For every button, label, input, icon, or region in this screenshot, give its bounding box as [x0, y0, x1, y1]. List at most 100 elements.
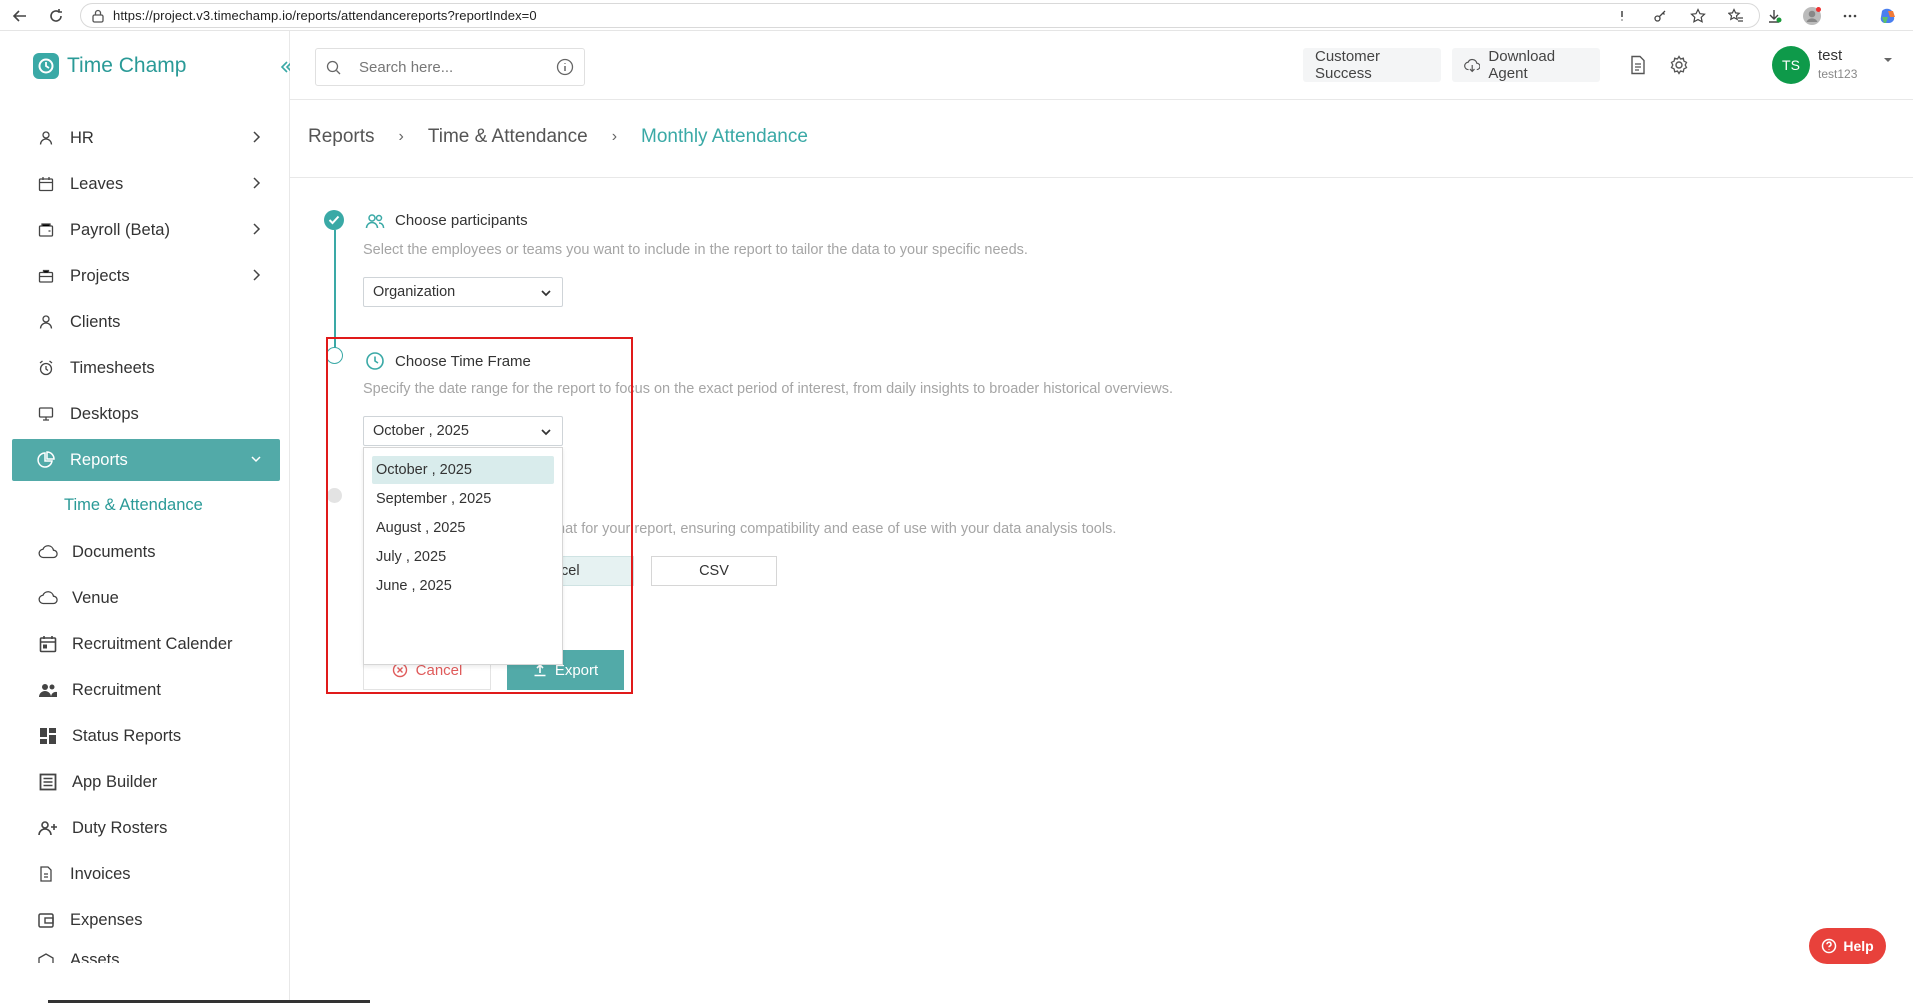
download-icon[interactable]	[1759, 3, 1789, 28]
sidebar-item-desktops[interactable]: Desktops	[12, 393, 280, 435]
step-timeframe-title: Choose Time Frame	[365, 351, 531, 371]
star-icon[interactable]	[1683, 3, 1713, 28]
alert-icon[interactable]	[1607, 3, 1637, 28]
chevron-right-icon	[253, 269, 261, 281]
sidebar-item-reports[interactable]: Reports	[12, 439, 280, 481]
chevron-right-icon	[253, 131, 261, 143]
timeframe-option[interactable]: September , 2025	[372, 485, 554, 513]
sidebar-item-recruitment[interactable]: Recruitment	[12, 669, 280, 711]
monitor-icon	[36, 404, 56, 424]
calendar-icon	[36, 174, 56, 194]
breadcrumb-time-attendance[interactable]: Time & Attendance	[428, 126, 588, 148]
cloud-download-icon	[1464, 58, 1481, 73]
info-icon[interactable]	[556, 58, 574, 76]
download-agent-button[interactable]: Download Agent	[1452, 48, 1600, 82]
key-icon[interactable]	[1645, 3, 1675, 28]
timeframe-option[interactable]: August , 2025	[372, 514, 554, 542]
sidebar-item-documents[interactable]: Documents	[12, 531, 280, 573]
sidebar-item-label: Recruitment	[72, 680, 161, 699]
sidebar-item-recruitment-calender[interactable]: Recruitment Calender	[12, 623, 280, 665]
sidebar-item-expenses[interactable]: Expenses	[12, 899, 280, 941]
sidebar: Time Champ HR Leaves Payroll (Beta) Proj…	[0, 31, 293, 1000]
sidebar-item-clients[interactable]: Clients	[12, 301, 280, 343]
help-circle-icon	[1822, 938, 1837, 954]
document-icon	[1631, 55, 1645, 75]
profile-icon[interactable]	[1797, 3, 1827, 28]
sidebar-subitem-time-attendance[interactable]: Time & Attendance	[12, 485, 280, 525]
time-champ-logo-icon	[33, 53, 59, 79]
site-info-icon[interactable]	[91, 9, 105, 23]
sidebar-item-status-reports[interactable]: Status Reports	[12, 715, 280, 757]
list-icon	[38, 772, 58, 792]
sidebar-item-payroll[interactable]: Payroll (Beta)	[12, 209, 280, 251]
top-header: Customer Success Download Agent TS test …	[290, 31, 1913, 100]
back-icon[interactable]	[6, 2, 34, 30]
sidebar-item-hr[interactable]: HR	[12, 117, 280, 159]
avatar[interactable]: TS	[1772, 46, 1810, 84]
step-participants-description: Select the employees or teams you want t…	[363, 242, 1028, 258]
sidebar-menu: HR Leaves Payroll (Beta) Projects Client…	[12, 117, 280, 967]
copilot-icon[interactable]	[1873, 3, 1903, 28]
timeframe-select[interactable]: October , 2025	[363, 416, 563, 446]
search-box[interactable]	[315, 48, 585, 86]
dashboard-icon	[38, 726, 58, 746]
user-name: test	[1818, 47, 1843, 64]
reload-icon[interactable]	[42, 2, 70, 30]
customer-success-button[interactable]: Customer Success	[1303, 48, 1441, 82]
breadcrumb: Reports › Time & Attendance › Monthly At…	[308, 126, 808, 148]
address-bar[interactable]: https://project.v3.timechamp.io/reports/…	[80, 3, 1760, 28]
step-inactive-indicator	[327, 488, 342, 503]
sidebar-item-leaves[interactable]: Leaves	[12, 163, 280, 205]
more-icon[interactable]	[1835, 3, 1865, 28]
sidebar-item-label: Desktops	[70, 404, 139, 423]
brand-name: Time Champ	[67, 54, 187, 77]
sidebar-item-label: Recruitment Calender	[72, 634, 233, 653]
favorites-icon[interactable]	[1721, 3, 1751, 28]
box-icon	[36, 951, 56, 963]
sidebar-item-venue[interactable]: Venue	[12, 577, 280, 619]
step-connector	[334, 230, 336, 352]
timeframe-option[interactable]: October , 2025	[372, 456, 554, 484]
chevron-down-icon	[251, 456, 261, 463]
step-complete-check-icon	[324, 210, 344, 230]
report-document-button[interactable]	[1618, 48, 1658, 82]
sidebar-item-label: Venue	[72, 588, 119, 607]
step-timeframe-description: Specify the date range for the report to…	[363, 381, 1174, 397]
sidebar-item-label: Leaves	[70, 174, 124, 193]
step-participants-title: Choose participants	[365, 212, 528, 229]
format-csv-button[interactable]: CSV	[651, 556, 777, 586]
sidebar-item-label: Expenses	[70, 910, 143, 929]
wallet-icon	[36, 220, 56, 240]
divider	[290, 177, 1913, 178]
sidebar-item-label: Duty Rosters	[72, 818, 168, 837]
sidebar-item-timesheets[interactable]: Timesheets	[12, 347, 280, 389]
sidebar-item-label: Projects	[70, 266, 130, 285]
brand-logo[interactable]: Time Champ	[33, 53, 186, 79]
sidebar-item-invoices[interactable]: Invoices	[12, 853, 280, 895]
participants-select[interactable]: Organization	[363, 277, 563, 307]
step-pending-indicator	[326, 347, 343, 364]
alarm-clock-icon	[36, 358, 56, 378]
clock-icon	[366, 352, 384, 370]
caret-down-icon[interactable]	[1882, 55, 1894, 65]
sidebar-item-app-builder[interactable]: App Builder	[12, 761, 280, 803]
settings-button[interactable]	[1659, 48, 1699, 82]
breadcrumb-separator-icon: ›	[398, 128, 404, 145]
sidebar-item-label: App Builder	[72, 772, 158, 791]
breadcrumb-reports[interactable]: Reports	[308, 126, 375, 148]
sidebar-item-assets[interactable]: Assets	[12, 945, 280, 963]
sidebar-item-label: Reports	[70, 450, 128, 469]
sidebar-item-projects[interactable]: Projects	[12, 255, 280, 297]
person-icon	[36, 312, 56, 332]
sidebar-item-label: HR	[70, 128, 94, 147]
chevron-down-icon	[541, 290, 551, 297]
sidebar-item-duty-rosters[interactable]: Duty Rosters	[12, 807, 280, 849]
cloud-icon	[38, 588, 58, 608]
timeframe-option[interactable]: July , 2025	[372, 543, 554, 571]
person-add-icon	[38, 818, 58, 838]
sidebar-item-label: Documents	[72, 542, 156, 561]
search-input[interactable]	[359, 58, 549, 76]
help-button[interactable]: Help	[1809, 928, 1886, 964]
people-icon	[365, 213, 385, 228]
timeframe-option[interactable]: June , 2025	[372, 572, 554, 600]
